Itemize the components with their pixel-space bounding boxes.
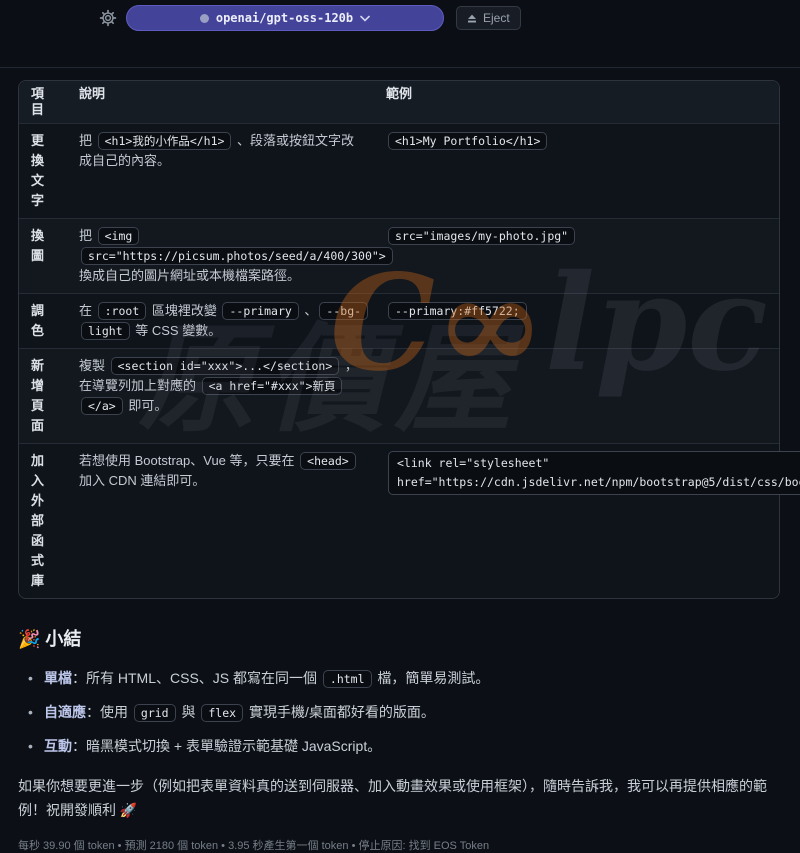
- summary-list-item: 互動：暗黑模式切換 + 表單驗證示範基礎 JavaScript。: [28, 735, 782, 757]
- row-item-cell: 換圖: [19, 219, 67, 293]
- row-description-cell: 把 <h1>我的小作品</h1> 、段落或按鈕文字改成自己的內容。: [67, 124, 374, 218]
- table-row: 更換文字把 <h1>我的小作品</h1> 、段落或按鈕文字改成自己的內容。<h1…: [19, 123, 779, 218]
- table-header-row: 項目說明範例: [19, 81, 779, 123]
- column-header: 項目: [19, 81, 67, 123]
- inline-code: <h1>我的小作品</h1>: [98, 132, 232, 150]
- eject-label: Eject: [483, 11, 510, 25]
- inline-code: <img src="https://picsum.photos/seed/a/4…: [81, 227, 393, 265]
- row-description-cell: 在 :root 區塊裡改變 --primary 、--bg-light 等 CS…: [67, 294, 374, 348]
- settings-gear-icon[interactable]: [99, 9, 117, 27]
- chevron-down-icon: [360, 15, 370, 22]
- inline-code: src="images/my-photo.jpg": [388, 227, 575, 245]
- column-header: 說明: [67, 81, 374, 123]
- inline-code: :root: [98, 302, 147, 320]
- eject-button[interactable]: Eject: [456, 6, 521, 30]
- row-example-cell: --primary:#ff5722;: [374, 294, 779, 348]
- inline-code: <link rel="stylesheet" href="https://cdn…: [388, 451, 800, 495]
- inline-code: --primary: [222, 302, 298, 320]
- row-example-cell: <h1>My Portfolio</h1>: [374, 124, 779, 218]
- inline-code: --primary:#ff5722;: [388, 302, 527, 320]
- eject-icon: [467, 13, 477, 24]
- chat-message-content: 項目說明範例更換文字把 <h1>我的小作品</h1> 、段落或按鈕文字改成自己的…: [0, 68, 800, 853]
- summary-list-item: 自適應：使用 grid 與 flex 實現手機/桌面都好看的版面。: [28, 701, 782, 724]
- bold-term: 互動: [44, 738, 72, 754]
- inline-code: flex: [201, 704, 243, 722]
- bold-term: 自適應: [44, 704, 86, 720]
- inline-code: grid: [134, 704, 176, 722]
- top-bar: openai/gpt-oss-120b Eject: [0, 0, 800, 68]
- row-item-cell: 更換文字: [19, 124, 67, 218]
- row-item-cell: 新增頁面: [19, 349, 67, 443]
- column-header: 範例: [374, 81, 779, 123]
- table-row: 調色在 :root 區塊裡改變 --primary 、--bg-light 等 …: [19, 293, 779, 348]
- generation-stats: 每秒 39.90 個 token • 預測 2180 個 token • 3.9…: [18, 837, 782, 853]
- inline-code: .html: [323, 670, 372, 688]
- inline-code: <h1>My Portfolio</h1>: [388, 132, 547, 150]
- summary-list-item: 單檔：所有 HTML、CSS、JS 都寫在同一個 .html 檔，簡單易測試。: [28, 667, 782, 690]
- row-example-cell: src="images/my-photo.jpg": [374, 219, 779, 293]
- inline-code: <a href="#xxx">新頁</a>: [81, 377, 342, 415]
- row-example-cell: <link rel="stylesheet" href="https://cdn…: [374, 444, 800, 598]
- row-description-cell: 把 <img src="https://picsum.photos/seed/a…: [67, 219, 374, 293]
- model-selector[interactable]: openai/gpt-oss-120b: [126, 5, 444, 31]
- row-description-cell: 複製 <section id="xxx">...</section> ，在導覽列…: [67, 349, 374, 443]
- table-row: 換圖把 <img src="https://picsum.photos/seed…: [19, 218, 779, 293]
- closing-paragraph: 如果你想要更進一步（例如把表單資料真的送到伺服器、加入動畫效果或使用框架），隨時…: [18, 774, 782, 822]
- table-row: 新增頁面複製 <section id="xxx">...</section> ，…: [19, 348, 779, 443]
- help-table: 項目說明範例更換文字把 <h1>我的小作品</h1> 、段落或按鈕文字改成自己的…: [18, 80, 780, 599]
- summary-list: 單檔：所有 HTML、CSS、JS 都寫在同一個 .html 檔，簡單易測試。自…: [18, 667, 782, 757]
- model-status-icon: [200, 14, 209, 23]
- table-row: 加入外部函式庫若想使用 Bootstrap、Vue 等，只要在 <head> 加…: [19, 443, 779, 598]
- inline-code: <section id="xxx">...</section>: [111, 357, 340, 375]
- model-label: openai/gpt-oss-120b: [216, 11, 353, 25]
- row-description-cell: 若想使用 Bootstrap、Vue 等，只要在 <head> 加入 CDN 連…: [67, 444, 374, 598]
- row-example-cell: [374, 349, 779, 443]
- inline-code: <head>: [300, 452, 356, 470]
- bold-term: 單檔: [44, 670, 72, 686]
- row-item-cell: 調色: [19, 294, 67, 348]
- summary-heading: 🎉 小結: [18, 625, 782, 651]
- row-item-cell: 加入外部函式庫: [19, 444, 67, 598]
